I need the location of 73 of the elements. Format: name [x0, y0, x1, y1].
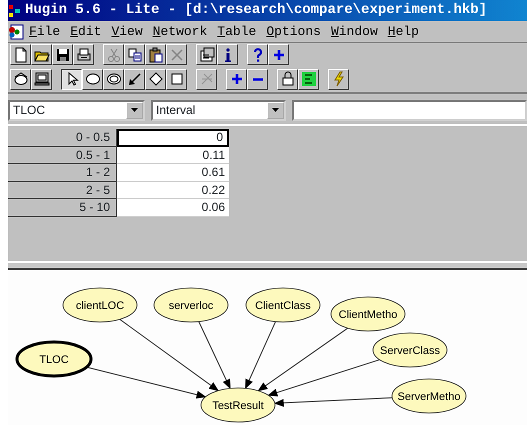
network-node[interactable]: ServerClass — [372, 332, 448, 368]
state-label: 5 - 10 — [8, 199, 117, 217]
probability-cell[interactable]: 0 — [117, 129, 229, 147]
menu-item[interactable]: View — [106, 22, 148, 42]
padlock-button[interactable] — [277, 68, 298, 90]
document-button[interactable] — [10, 44, 31, 65]
menu-item[interactable]: Help — [382, 22, 424, 42]
plus-button[interactable] — [268, 44, 289, 65]
ellipse-icon — [84, 71, 100, 87]
type-dropdown[interactable]: Interval — [151, 100, 286, 120]
question-mark-button[interactable] — [247, 44, 268, 65]
double-ellipse-icon — [106, 71, 122, 87]
floppy-disk-button[interactable] — [52, 44, 73, 65]
diamond-button[interactable] — [145, 68, 166, 90]
bar-list-button[interactable] — [298, 68, 319, 90]
probability-cell[interactable]: 0.06 — [117, 199, 229, 217]
menu-item[interactable]: Network — [148, 22, 212, 42]
clipboard-icon — [148, 46, 164, 62]
menu-item[interactable]: Options — [261, 22, 326, 42]
square-icon — [168, 71, 184, 87]
splitter[interactable] — [8, 261, 527, 270]
network-node[interactable]: ClientClass — [246, 288, 320, 322]
ellipse-button[interactable] — [82, 68, 103, 90]
menu-item[interactable]: File — [24, 22, 66, 42]
document-menu-icon[interactable] — [8, 24, 24, 40]
copy-button[interactable] — [124, 44, 145, 65]
double-ellipse-button[interactable] — [103, 68, 124, 90]
folder-button[interactable] — [31, 44, 52, 65]
state-label: 2 - 5 — [8, 182, 117, 200]
printer-icon — [76, 46, 92, 62]
plus-button[interactable] — [226, 68, 247, 90]
network-node[interactable]: ClientMetho — [330, 296, 406, 332]
document-icon — [12, 46, 28, 62]
x-mark-icon — [168, 46, 184, 62]
printer-button[interactable] — [73, 44, 94, 65]
menu-item[interactable]: Window — [326, 22, 383, 42]
padlock-icon — [280, 71, 296, 87]
scissors-icon — [106, 46, 122, 62]
state-label: 0.5 - 1 — [8, 146, 117, 164]
app-icon — [9, 4, 21, 18]
copy-icon — [126, 46, 142, 62]
network-node[interactable]: ServerMetho — [392, 378, 466, 414]
clipboard-button[interactable] — [145, 44, 166, 65]
probability-cell[interactable]: 0.11 — [117, 146, 229, 164]
dropdown-arrow-icon — [272, 108, 279, 112]
arrow-button[interactable] — [124, 68, 145, 90]
info-button[interactable] — [217, 44, 238, 65]
minus-button[interactable] — [247, 68, 268, 90]
lightning-button[interactable] — [328, 68, 349, 90]
arrow-icon — [126, 71, 142, 87]
diamond-icon — [148, 71, 164, 87]
node-dropdown[interactable]: TLOC — [8, 100, 145, 120]
network-node[interactable]: TLOC — [16, 340, 92, 378]
minus-icon — [252, 78, 262, 80]
probability-cell[interactable]: 0.22 — [117, 182, 229, 200]
probability-cell[interactable]: 0.61 — [117, 164, 229, 182]
state-label: 1 - 2 — [8, 164, 117, 182]
state-label: 0 - 0.5 — [8, 129, 117, 147]
property-sheet-button[interactable] — [196, 44, 217, 65]
network-node[interactable]: serverloc — [154, 288, 228, 322]
menu-item[interactable]: Table — [212, 22, 262, 42]
expression-field[interactable] — [292, 100, 527, 120]
property-sheet-icon — [198, 46, 214, 62]
monitor-icon — [34, 71, 50, 87]
square-button[interactable] — [166, 68, 187, 90]
menu-item[interactable]: Edit — [65, 22, 106, 42]
network-node[interactable]: clientLOC — [62, 288, 138, 322]
bar-list-icon — [300, 71, 316, 87]
monitor-button[interactable] — [31, 68, 52, 90]
network-node[interactable]: TestResult — [200, 388, 276, 422]
window-title: Hugin 5.6 - Lite - [d:\research\compare\experiment.hkb] — [25, 1, 488, 20]
pointer-button[interactable] — [61, 68, 82, 90]
dropdown-arrow-icon — [131, 108, 138, 112]
